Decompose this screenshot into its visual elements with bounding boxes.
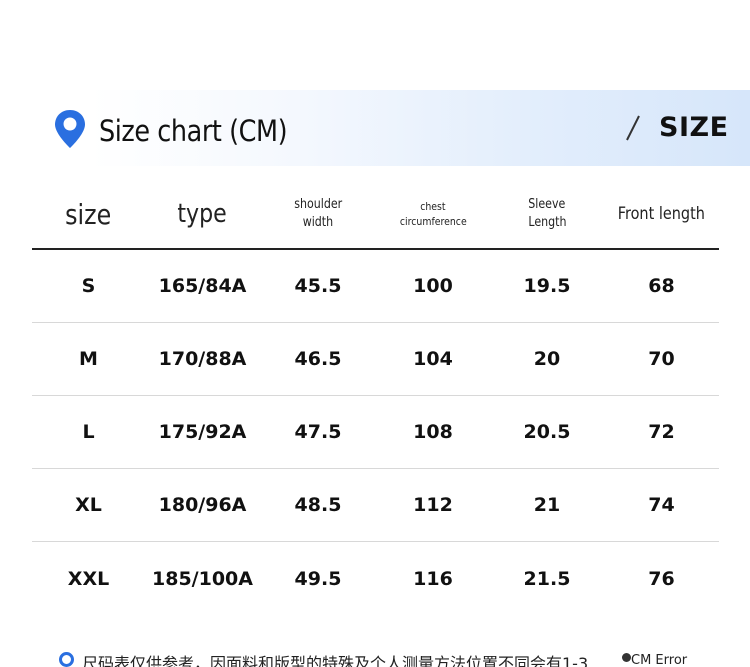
table-row: L 175/92A 47.5 108 20.5 72: [32, 396, 719, 469]
footer-note-tail: CM Error: [631, 653, 688, 667]
header-chest-line2: circumference: [399, 215, 467, 228]
cell-size: XXL: [67, 567, 110, 590]
table-row: XL 180/96A 48.5 112 21 74: [32, 469, 719, 542]
header-shoulder-width: shoulder width: [260, 180, 376, 248]
circle-bullet-icon: [59, 652, 74, 667]
table-header-row: size type shoulder width chest circumfer…: [32, 180, 719, 250]
cell-sleeve: 20: [533, 348, 561, 370]
header-sleeve-line2: Length: [527, 215, 567, 230]
cell-shoulder: 46.5: [294, 348, 342, 370]
location-pin-icon: [55, 110, 85, 148]
header-chest-line1: chest: [420, 200, 446, 213]
header-size-label: size: [65, 197, 112, 231]
cell-front-length: 68: [648, 275, 675, 297]
header-size: size: [32, 180, 145, 248]
cell-type: 170/88A: [158, 348, 247, 370]
cell-size: S: [81, 275, 96, 297]
size-chart-page: Size chart (CM) SIZE size type shoulder …: [0, 0, 750, 667]
cell-sleeve: 19.5: [523, 275, 571, 297]
cell-front-length: 70: [648, 348, 675, 370]
header-type-label: type: [177, 199, 228, 229]
cell-shoulder: 45.5: [294, 275, 342, 297]
size-label: SIZE: [659, 112, 729, 143]
header-front-length: Front length: [604, 180, 719, 248]
cell-size: XL: [75, 494, 102, 516]
cell-chest: 104: [413, 348, 453, 370]
cell-sleeve: 21: [533, 494, 561, 516]
cell-chest: 100: [413, 275, 453, 297]
cell-chest: 108: [413, 421, 453, 443]
cell-size: L: [82, 421, 95, 443]
cell-chest: 116: [413, 567, 453, 590]
header-shoulder-line1: shoulder: [294, 197, 342, 212]
header-shoulder-line2: width: [302, 215, 334, 230]
cell-chest: 112: [413, 494, 453, 516]
cell-shoulder: 47.5: [294, 421, 342, 443]
cell-type: 185/100A: [152, 567, 253, 590]
table-row: S 165/84A 45.5 100 19.5 68: [32, 250, 719, 323]
cell-type: 175/92A: [158, 421, 247, 443]
cell-sleeve: 21.5: [523, 567, 571, 590]
cell-type: 165/84A: [158, 275, 247, 297]
cell-type: 180/96A: [158, 494, 247, 516]
cell-front-length: 72: [648, 421, 675, 443]
cell-front-length: 74: [648, 494, 675, 516]
footer-note: 尺码表仅供参考，因面料和版型的特殊及个人测量方法位置不同会有1-3 CM Err…: [59, 650, 750, 667]
cell-sleeve: 20.5: [523, 421, 571, 443]
size-table: size type shoulder width chest circumfer…: [32, 180, 719, 615]
header-chest-circumference: chest circumference: [376, 180, 490, 248]
header-type: type: [145, 180, 260, 248]
footer-note-text: 尺码表仅供参考，因面料和版型的特殊及个人测量方法位置不同会有1-3: [82, 654, 589, 667]
table-row: XXL 185/100A 49.5 116 21.5 76: [32, 542, 719, 615]
cell-size: M: [79, 348, 98, 370]
header-front-length-label: Front length: [617, 204, 706, 224]
table-row: M 170/88A 46.5 104 20 70: [32, 323, 719, 396]
page-title: Size chart (CM): [99, 114, 288, 148]
cell-shoulder: 48.5: [294, 494, 342, 516]
header-sleeve-length: Sleeve Length: [490, 180, 604, 248]
slash-icon: [626, 115, 640, 141]
cell-front-length: 76: [648, 567, 675, 590]
dot-icon: [622, 653, 631, 662]
header-sleeve-line1: Sleeve: [528, 197, 566, 212]
cell-shoulder: 49.5: [294, 567, 342, 590]
